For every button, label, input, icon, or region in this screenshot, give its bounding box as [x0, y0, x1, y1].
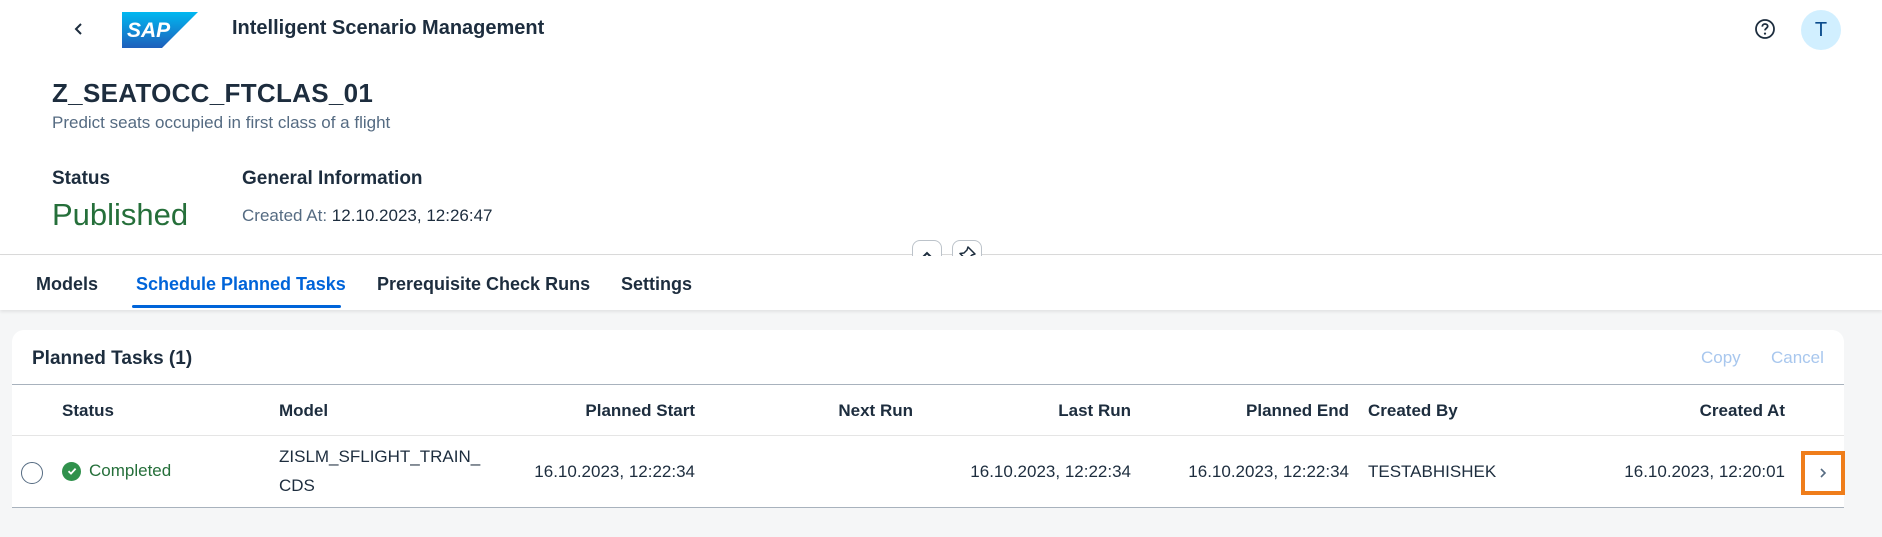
- row-planned-start: 16.10.2023, 12:22:34: [534, 462, 695, 481]
- column-header-planned-start[interactable]: Planned Start: [507, 401, 695, 421]
- column-header-model[interactable]: Model: [279, 401, 328, 421]
- row-created-by: TESTABHISHEK: [1368, 462, 1497, 481]
- column-header-status[interactable]: Status: [62, 401, 114, 421]
- header-separator: [12, 384, 1844, 385]
- question-mark-icon: [1755, 19, 1775, 39]
- tab-schedule-planned-tasks[interactable]: Schedule Planned Tasks: [136, 274, 346, 295]
- copy-button[interactable]: Copy: [1701, 348, 1741, 368]
- column-header-created-at[interactable]: Created At: [1572, 401, 1785, 421]
- sap-logo[interactable]: SAP: [122, 12, 198, 48]
- help-button[interactable]: [1750, 14, 1780, 44]
- row-model-line1: ZISLM_SFLIGHT_TRAIN_: [279, 447, 481, 466]
- row-select-radio[interactable]: [21, 462, 43, 484]
- object-page-header: SAP Intelligent Scenario Management T Z_…: [0, 0, 1882, 270]
- column-header-created-by[interactable]: Created By: [1368, 401, 1458, 421]
- row-navigation-button[interactable]: [1801, 451, 1845, 495]
- tab-models[interactable]: Models: [36, 274, 98, 295]
- active-tab-indicator: [132, 305, 341, 308]
- back-button[interactable]: [64, 14, 94, 44]
- table-bottom-border: [12, 507, 1844, 508]
- object-subtitle: Predict seats occupied in first class of…: [52, 113, 391, 132]
- chevron-left-icon: [74, 23, 82, 35]
- status-label: Status: [52, 168, 111, 189]
- status-value: Published: [52, 197, 189, 232]
- planned-tasks-table: Planned Tasks (1) Copy Cancel Status Mod…: [12, 330, 1845, 508]
- created-at-field: Created At: 12.10.2023, 12:26:47: [242, 206, 493, 226]
- tab-settings[interactable]: Settings: [621, 274, 692, 295]
- row-model-line2: CDS: [279, 476, 315, 495]
- chevron-right-icon: [1820, 468, 1827, 478]
- tab-prerequisite-check-runs[interactable]: Prerequisite Check Runs: [377, 274, 590, 295]
- object-title: Z_SEATOCC_FTCLAS_01: [52, 78, 374, 108]
- row-created-at: 16.10.2023, 12:20:01: [1624, 462, 1785, 481]
- table-title: Planned Tasks (1): [32, 348, 193, 369]
- app-title: Intelligent Scenario Management: [232, 17, 545, 39]
- created-at-value: 12.10.2023, 12:26:47: [331, 206, 493, 225]
- row-planned-end: 16.10.2023, 12:22:34: [1188, 462, 1349, 481]
- icon-tab-bar: Models Schedule Planned Tasks Prerequisi…: [0, 256, 1882, 310]
- created-at-label: Created At:: [242, 206, 328, 225]
- column-header-last-run[interactable]: Last Run: [947, 401, 1131, 421]
- row-separator: [12, 435, 1844, 436]
- row-status: Completed: [62, 461, 171, 481]
- shell-bar: SAP Intelligent Scenario Management T: [0, 0, 1882, 58]
- check-circle-icon: [62, 461, 81, 481]
- column-header-next-run[interactable]: Next Run: [752, 401, 913, 421]
- user-avatar[interactable]: T: [1801, 10, 1841, 50]
- row-status-text: Completed: [89, 461, 172, 480]
- column-header-planned-end[interactable]: Planned End: [1167, 401, 1349, 421]
- cancel-button[interactable]: Cancel: [1771, 348, 1824, 368]
- general-information-label: General Information: [242, 168, 423, 189]
- svg-text:SAP: SAP: [127, 19, 171, 42]
- row-last-run: 16.10.2023, 12:22:34: [970, 462, 1131, 481]
